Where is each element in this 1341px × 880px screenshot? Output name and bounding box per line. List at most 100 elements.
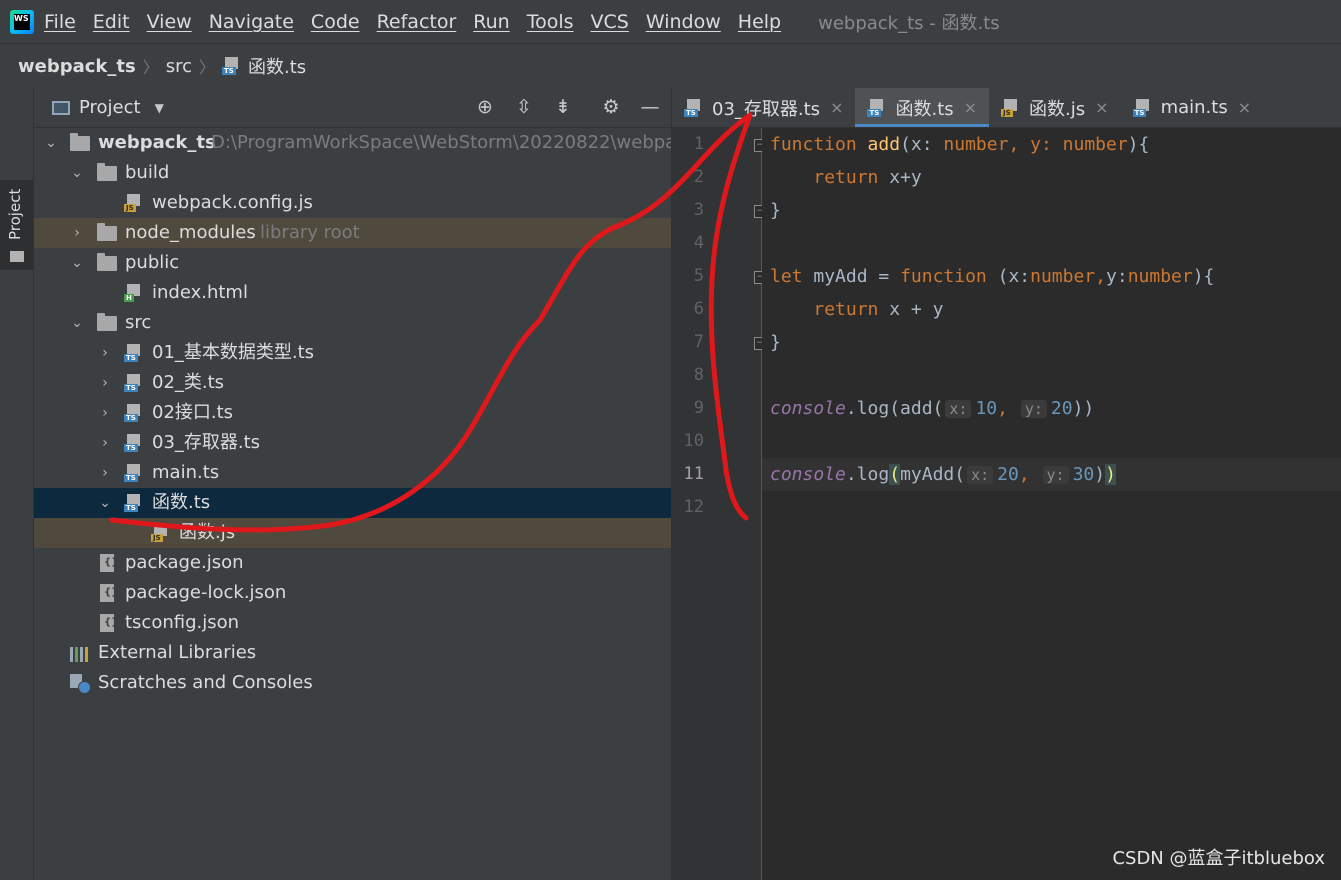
tree-row-package-json[interactable]: {} package.json	[34, 548, 671, 578]
tree-row-webpack-config[interactable]: JS webpack.config.js	[34, 188, 671, 218]
tree-row-src[interactable]: ⌄ src	[34, 308, 671, 338]
menu-vcs[interactable]: VCS	[591, 11, 629, 33]
chevron-right-icon: 〉	[142, 58, 159, 77]
code-line-3: }	[770, 200, 781, 221]
tree-row-root[interactable]: ⌄ webpack_ts D:\ProgramWorkSpace\WebStor…	[34, 128, 671, 158]
menu-view[interactable]: View	[147, 11, 192, 33]
tree-row-index-html[interactable]: H index.html	[34, 278, 671, 308]
folder-icon	[97, 223, 117, 241]
tree-item-label: tsconfig.json	[125, 612, 240, 633]
matched-brace: )	[1105, 464, 1116, 485]
tree-row-01[interactable]: › TS 01_基本数据类型.ts	[34, 338, 671, 368]
tree-row-build[interactable]: ⌄ build	[34, 158, 671, 188]
html-file-icon: H	[124, 284, 144, 302]
chevron-right-icon[interactable]: ›	[70, 218, 84, 248]
tree-row-main[interactable]: › TS main.ts	[34, 458, 671, 488]
tree-item-label: src	[125, 312, 152, 333]
collapse-all-icon[interactable]: ⇟	[552, 96, 574, 118]
menu-refactor[interactable]: Refactor	[377, 11, 457, 33]
json-file-icon: {}	[97, 614, 118, 632]
tree-row-tsconfig[interactable]: {} tsconfig.json	[34, 608, 671, 638]
ts-file-icon: TS	[222, 57, 242, 75]
tree-row-func-ts[interactable]: ⌄ TS 函数.ts	[34, 488, 671, 518]
tab-main-ts[interactable]: TS main.ts ×	[1121, 88, 1264, 127]
js-file-icon: JS	[1001, 98, 1021, 117]
webstorm-logo-icon[interactable]: WS	[10, 9, 34, 34]
code-line-1: function add(x: number, y: number){	[770, 134, 1150, 155]
breadcrumb-project[interactable]: webpack_ts	[18, 56, 136, 77]
tree-item-label: 01_基本数据类型.ts	[152, 342, 315, 363]
folder-icon	[70, 133, 90, 151]
menu-file[interactable]: File	[44, 11, 76, 33]
chevron-down-icon[interactable]: ⌄	[98, 488, 112, 518]
tab-03[interactable]: TS 03_存取器.ts ×	[672, 88, 855, 127]
tree-row-package-lock[interactable]: {} package-lock.json	[34, 578, 671, 608]
code-editor[interactable]: function add(x: number, y: number){ retu…	[762, 128, 1341, 880]
menu-run[interactable]: Run	[473, 11, 509, 33]
parameter-hint: y:	[1042, 466, 1069, 484]
close-icon[interactable]: ×	[1238, 98, 1251, 117]
menu-code[interactable]: Code	[311, 11, 360, 33]
gear-icon[interactable]: ⚙	[600, 96, 622, 118]
tab-func-ts[interactable]: TS 函数.ts ×	[855, 88, 990, 127]
menu-navigate[interactable]: Navigate	[209, 11, 294, 33]
tree-row-02b[interactable]: › TS 02接口.ts	[34, 398, 671, 428]
breadcrumb-file[interactable]: 函数.ts	[248, 53, 306, 79]
chevron-down-icon[interactable]: ⌄	[44, 128, 58, 158]
tree-item-label: External Libraries	[98, 642, 257, 663]
scratches-icon	[70, 674, 91, 694]
chevron-right-icon[interactable]: ›	[98, 428, 112, 458]
tree-row-scratches[interactable]: Scratches and Consoles	[34, 668, 671, 698]
breadcrumb-folder[interactable]: src	[166, 56, 192, 77]
tab-func-js[interactable]: JS 函数.js ×	[989, 88, 1121, 127]
tree-row-03[interactable]: › TS 03_存取器.ts	[34, 428, 671, 458]
chevron-right-icon[interactable]: ›	[98, 458, 112, 488]
tree-item-label: webpack.config.js	[152, 192, 313, 213]
breadcrumb: webpack_ts 〉 src 〉 TS 函数.ts	[0, 43, 1341, 89]
caret-down-icon[interactable]: ▼	[155, 101, 164, 115]
chevron-right-icon[interactable]: ›	[98, 338, 112, 368]
tree-row-func-js[interactable]: JS 函数.js	[34, 518, 671, 548]
menu-edit[interactable]: Edit	[93, 11, 130, 33]
line-number: 12	[683, 497, 704, 517]
code-line-7: }	[770, 332, 781, 353]
line-number: 1	[693, 134, 704, 154]
code-line-5: let myAdd = function (x:number,y:number)…	[770, 266, 1215, 287]
chevron-down-icon[interactable]: ⌄	[70, 308, 84, 338]
project-panel-title[interactable]: Project	[79, 97, 141, 118]
minimize-icon[interactable]: —	[639, 96, 661, 118]
tree-item-label: build	[125, 162, 170, 183]
ts-file-icon: TS	[1132, 98, 1153, 117]
menu-tools[interactable]: Tools	[527, 11, 574, 33]
tree-item-label: index.html	[152, 282, 248, 303]
editor-gutter[interactable]: 1 2 3 4 5 6 7 8 9 10 11 12 − − − −	[672, 128, 766, 880]
tree-row-node-modules[interactable]: › node_modules library root	[34, 218, 671, 248]
ts-file-icon: TS	[124, 434, 144, 452]
close-icon[interactable]: ×	[830, 98, 843, 117]
tree-row-public[interactable]: ⌄ public	[34, 248, 671, 278]
chevron-down-icon[interactable]: ⌄	[70, 158, 84, 188]
menu-help[interactable]: Help	[738, 11, 781, 33]
watermark: CSDN @蓝盒子itbluebox	[1112, 848, 1325, 869]
code-line-11-current: console.log(myAdd(x: 20, y: 30))	[762, 458, 1341, 491]
ts-file-icon: TS	[867, 98, 887, 117]
ts-file-icon: TS	[124, 494, 144, 512]
chevron-right-icon[interactable]: ›	[98, 398, 112, 428]
project-tool-label[interactable]: Project	[6, 189, 24, 240]
ts-file-icon: TS	[124, 374, 144, 392]
close-icon[interactable]: ×	[964, 98, 977, 117]
matched-brace: (	[889, 464, 901, 485]
chevron-right-icon[interactable]: ›	[98, 368, 112, 398]
code-line-6: return x + y	[813, 299, 944, 320]
close-icon[interactable]: ×	[1095, 98, 1108, 117]
tab-label: 函数.js	[1029, 98, 1086, 120]
tree-row-external-libraries[interactable]: External Libraries	[34, 638, 671, 668]
chevron-down-icon[interactable]: ⌄	[70, 248, 84, 278]
expand-all-icon[interactable]: ⇳	[513, 96, 535, 118]
tool-window-strip: Project	[0, 88, 34, 880]
menu-window[interactable]: Window	[646, 11, 721, 33]
tree-row-02[interactable]: › TS 02_类.ts	[34, 368, 671, 398]
locate-file-icon[interactable]: ⊕	[474, 96, 496, 118]
tab-label: main.ts	[1160, 97, 1228, 118]
ts-file-icon: TS	[124, 344, 144, 362]
